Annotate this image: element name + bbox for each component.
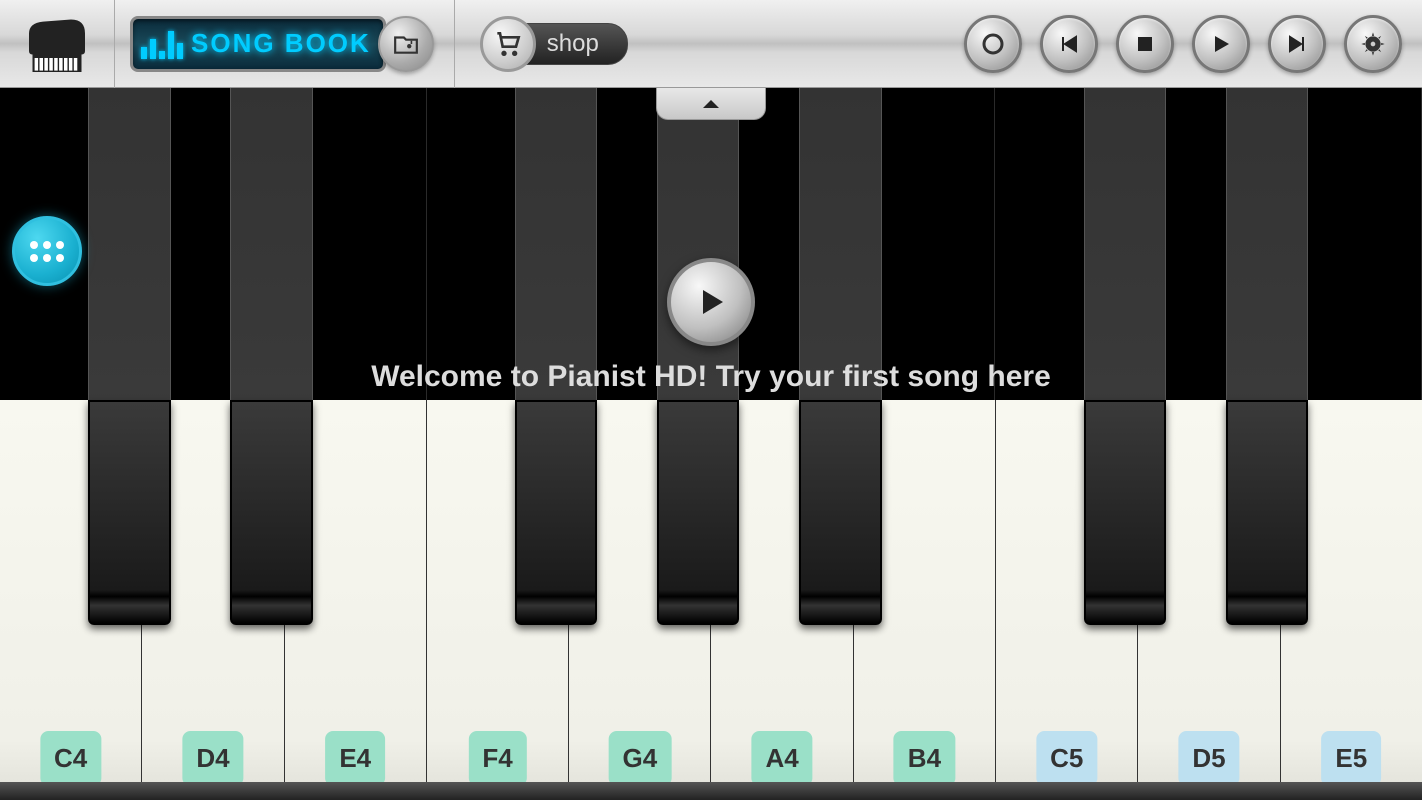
skip-next-icon <box>1285 32 1309 56</box>
black-key-F#4[interactable] <box>515 400 597 625</box>
black-key-C#5[interactable] <box>1084 400 1166 625</box>
key-label: D4 <box>182 731 243 786</box>
play-button[interactable] <box>1192 15 1250 73</box>
folder-button[interactable] <box>378 16 434 72</box>
key-label: E4 <box>325 731 385 786</box>
chevron-up-icon <box>701 98 721 110</box>
play-icon <box>1209 32 1233 56</box>
bottom-strip <box>0 782 1422 800</box>
equalizer-icon <box>141 29 183 59</box>
track-lane-black <box>799 88 881 400</box>
track-lane-black <box>657 88 739 400</box>
key-label: C4 <box>40 731 101 786</box>
black-key-D#5[interactable] <box>1226 400 1308 625</box>
note-track-area <box>0 88 1422 400</box>
cart-icon <box>492 28 524 60</box>
center-play-button[interactable] <box>667 258 755 346</box>
transport-controls <box>964 15 1422 73</box>
black-key-A#4[interactable] <box>799 400 881 625</box>
previous-button[interactable] <box>1040 15 1098 73</box>
dots-grid-icon <box>30 241 64 262</box>
key-label: C5 <box>1036 731 1097 786</box>
songbook-group: SONG BOOK <box>130 0 455 88</box>
top-toolbar: SONG BOOK shop <box>0 0 1422 88</box>
shop-group: shop <box>480 16 628 72</box>
piano-icon <box>22 9 92 79</box>
piano-keyboard: C4 D4 E4 F4 G4 A4 B4 C5 D5 E5 <box>0 400 1422 800</box>
gear-icon <box>1359 30 1387 58</box>
track-lane-black <box>1084 88 1166 400</box>
main-area: Welcome to Pianist HD! Try your first so… <box>0 88 1422 800</box>
black-key-D#4[interactable] <box>230 400 312 625</box>
black-key-G#4[interactable] <box>657 400 739 625</box>
key-label: G4 <box>608 731 671 786</box>
stop-button[interactable] <box>1116 15 1174 73</box>
app-icon-button[interactable] <box>0 0 115 88</box>
folder-icon <box>393 31 419 57</box>
key-label: B4 <box>894 731 955 786</box>
key-label: E5 <box>1321 731 1381 786</box>
shop-button[interactable] <box>480 16 536 72</box>
welcome-message: Welcome to Pianist HD! Try your first so… <box>0 360 1422 394</box>
skip-previous-icon <box>1057 32 1081 56</box>
track-lane-black <box>88 88 170 400</box>
songbook-button[interactable]: SONG BOOK <box>130 16 386 72</box>
key-label: A4 <box>752 731 813 786</box>
next-button[interactable] <box>1268 15 1326 73</box>
play-icon <box>693 284 729 320</box>
record-button[interactable] <box>964 15 1022 73</box>
settings-button[interactable] <box>1344 15 1402 73</box>
key-label: F4 <box>468 731 526 786</box>
track-lane-black <box>515 88 597 400</box>
menu-button[interactable] <box>12 216 82 286</box>
songbook-label: SONG BOOK <box>191 28 371 59</box>
expand-tab-button[interactable] <box>656 88 766 120</box>
track-lane-black <box>230 88 312 400</box>
track-lane-black <box>1226 88 1308 400</box>
key-label: D5 <box>1178 731 1239 786</box>
record-icon <box>981 32 1005 56</box>
black-key-C#4[interactable] <box>88 400 170 625</box>
stop-icon <box>1133 32 1157 56</box>
